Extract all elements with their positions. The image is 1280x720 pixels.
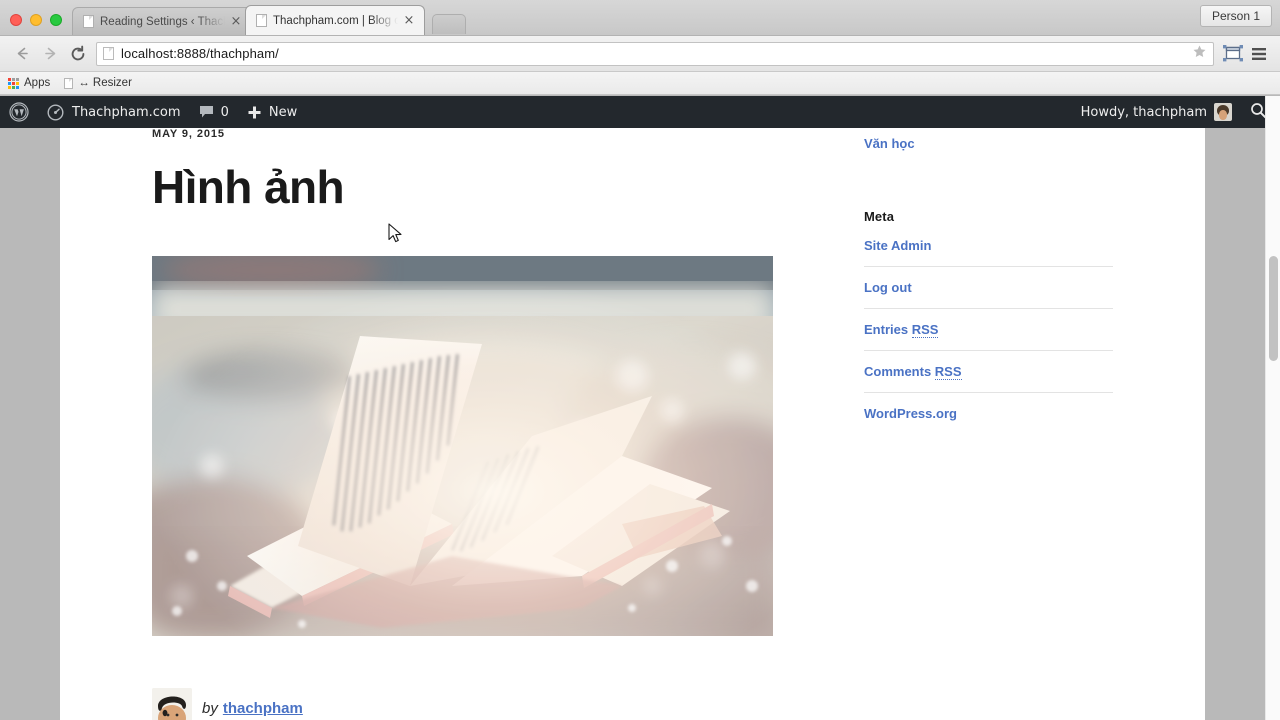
howdy-label: Howdy, thachpham xyxy=(1080,104,1207,120)
window-controls xyxy=(0,14,72,35)
scrollbar-thumb[interactable] xyxy=(1269,256,1278,361)
forward-icon[interactable] xyxy=(36,40,64,68)
wp-logo-menu[interactable] xyxy=(0,96,38,128)
wordpress-logo-icon xyxy=(9,102,29,122)
site-content-wrapper: MAY 9, 2015 Hình ảnh by thachpham Văn họ… xyxy=(60,128,1205,720)
page-icon xyxy=(64,77,74,89)
rss-abbr: RSS xyxy=(934,364,962,380)
list-item: Comments RSS xyxy=(864,364,1113,393)
close-icon[interactable]: × xyxy=(229,15,243,29)
page-title: Hình ảnh xyxy=(152,161,345,213)
wp-admin-bar-my-account[interactable]: Howdy, thachpham xyxy=(1072,96,1241,128)
apps-grid-icon xyxy=(8,77,19,89)
plus-icon xyxy=(247,105,262,120)
tabs-container: Reading Settings ‹ Thachpham.com — WordP… xyxy=(72,0,466,35)
wp-admin-bar-comments[interactable]: 0 xyxy=(190,96,238,128)
new-label: New xyxy=(268,104,298,120)
profile-button[interactable]: Person 1 xyxy=(1199,5,1272,27)
wp-admin-bar-left: Thachpham.com 0 New xyxy=(0,96,306,128)
meta-link-comments-rss[interactable]: Comments RSS xyxy=(864,364,1113,380)
tab-strip: Reading Settings ‹ Thachpham.com — WordP… xyxy=(0,0,1280,36)
mouse-cursor xyxy=(388,223,404,250)
site-background: MAY 9, 2015 Hình ảnh by thachpham Văn họ… xyxy=(0,128,1280,720)
bookmark-apps[interactable]: Apps xyxy=(8,77,50,89)
meta-widget-list: Site Admin Log out Entries RSS Comments … xyxy=(864,238,1113,434)
bookmark-star-icon[interactable] xyxy=(1192,44,1207,63)
post-byline: by thachpham xyxy=(152,688,773,720)
window-close-button[interactable] xyxy=(10,14,22,26)
chrome-menu-icon[interactable] xyxy=(1246,41,1272,67)
window-minimize-button[interactable] xyxy=(30,14,42,26)
post-date: MAY 9, 2015 xyxy=(152,128,225,140)
page-icon xyxy=(256,14,267,27)
wp-admin-bar: Thachpham.com 0 New Howdy, thachpham xyxy=(0,96,1280,128)
reload-icon[interactable] xyxy=(64,40,92,68)
page-icon xyxy=(103,47,114,60)
bookmarks-bar: Apps ↔ Resizer xyxy=(0,72,1280,95)
chrome-browser-window: Reading Settings ‹ Thachpham.com — WordP… xyxy=(0,0,1280,720)
address-bar[interactable]: localhost:8888/thachpham/ xyxy=(96,41,1214,66)
post-author-link[interactable]: thachpham xyxy=(223,700,303,717)
avatar xyxy=(152,688,192,720)
bookmark-resizer[interactable]: ↔ Resizer xyxy=(64,77,132,89)
list-item: Site Admin xyxy=(864,238,1113,267)
close-icon[interactable]: × xyxy=(402,14,416,28)
sidebar: Văn học Meta Site Admin Log out Entries … xyxy=(864,128,1113,447)
meta-link-site-admin[interactable]: Site Admin xyxy=(864,238,1113,253)
site-name-label: Thachpham.com xyxy=(72,104,181,120)
new-tab-button[interactable] xyxy=(432,14,466,34)
list-item: Log out xyxy=(864,280,1113,309)
address-bar-url: localhost:8888/thachpham/ xyxy=(121,46,279,61)
list-item: WordPress.org xyxy=(864,406,1113,434)
wp-admin-bar-site-name[interactable]: Thachpham.com xyxy=(38,96,190,128)
meta-link-text: Entries xyxy=(864,322,912,337)
browser-tab-reading-settings[interactable]: Reading Settings ‹ Thachpham.com — WordP… xyxy=(72,7,252,35)
meta-link-entries-rss[interactable]: Entries RSS xyxy=(864,322,1113,338)
sidebar-category-van-hoc[interactable]: Văn học xyxy=(864,136,1113,151)
page-viewport: Thachpham.com 0 New Howdy, thachpham MAY… xyxy=(0,96,1280,720)
window-maximize-button[interactable] xyxy=(50,14,62,26)
meta-link-log-out[interactable]: Log out xyxy=(864,280,1113,295)
wp-admin-bar-right: Howdy, thachpham xyxy=(1072,96,1280,128)
post-featured-image[interactable] xyxy=(152,256,773,636)
bookmark-label: ↔ Resizer xyxy=(78,77,132,89)
comments-count: 0 xyxy=(220,104,229,120)
dashboard-icon xyxy=(47,103,64,121)
byline-prefix: by xyxy=(202,699,218,717)
tab-title: Thachpham.com | Blog cá nhân xyxy=(273,14,398,27)
avatar xyxy=(1214,103,1232,121)
tab-title: Reading Settings ‹ Thachpham.com — WordP… xyxy=(100,15,225,28)
page-scrollbar[interactable] xyxy=(1265,96,1280,720)
comment-bubble-icon xyxy=(199,105,214,119)
meta-link-wordpress-org[interactable]: WordPress.org xyxy=(864,406,1113,421)
meta-link-text: Comments xyxy=(864,364,935,379)
list-item: Entries RSS xyxy=(864,322,1113,351)
widget-title-meta: Meta xyxy=(864,209,895,224)
window-resizer-icon[interactable] xyxy=(1220,41,1246,67)
wp-admin-bar-new-content[interactable]: New xyxy=(238,96,306,128)
rss-abbr: RSS xyxy=(911,322,939,338)
browser-tab-thachpham-blog[interactable]: Thachpham.com | Blog cá nhân × xyxy=(245,5,425,35)
back-icon[interactable] xyxy=(8,40,36,68)
page-icon xyxy=(83,15,94,28)
post-article: MAY 9, 2015 Hình ảnh by thachpham xyxy=(152,128,773,720)
browser-toolbar: localhost:8888/thachpham/ xyxy=(0,36,1280,72)
bookmark-label: Apps xyxy=(24,77,51,89)
